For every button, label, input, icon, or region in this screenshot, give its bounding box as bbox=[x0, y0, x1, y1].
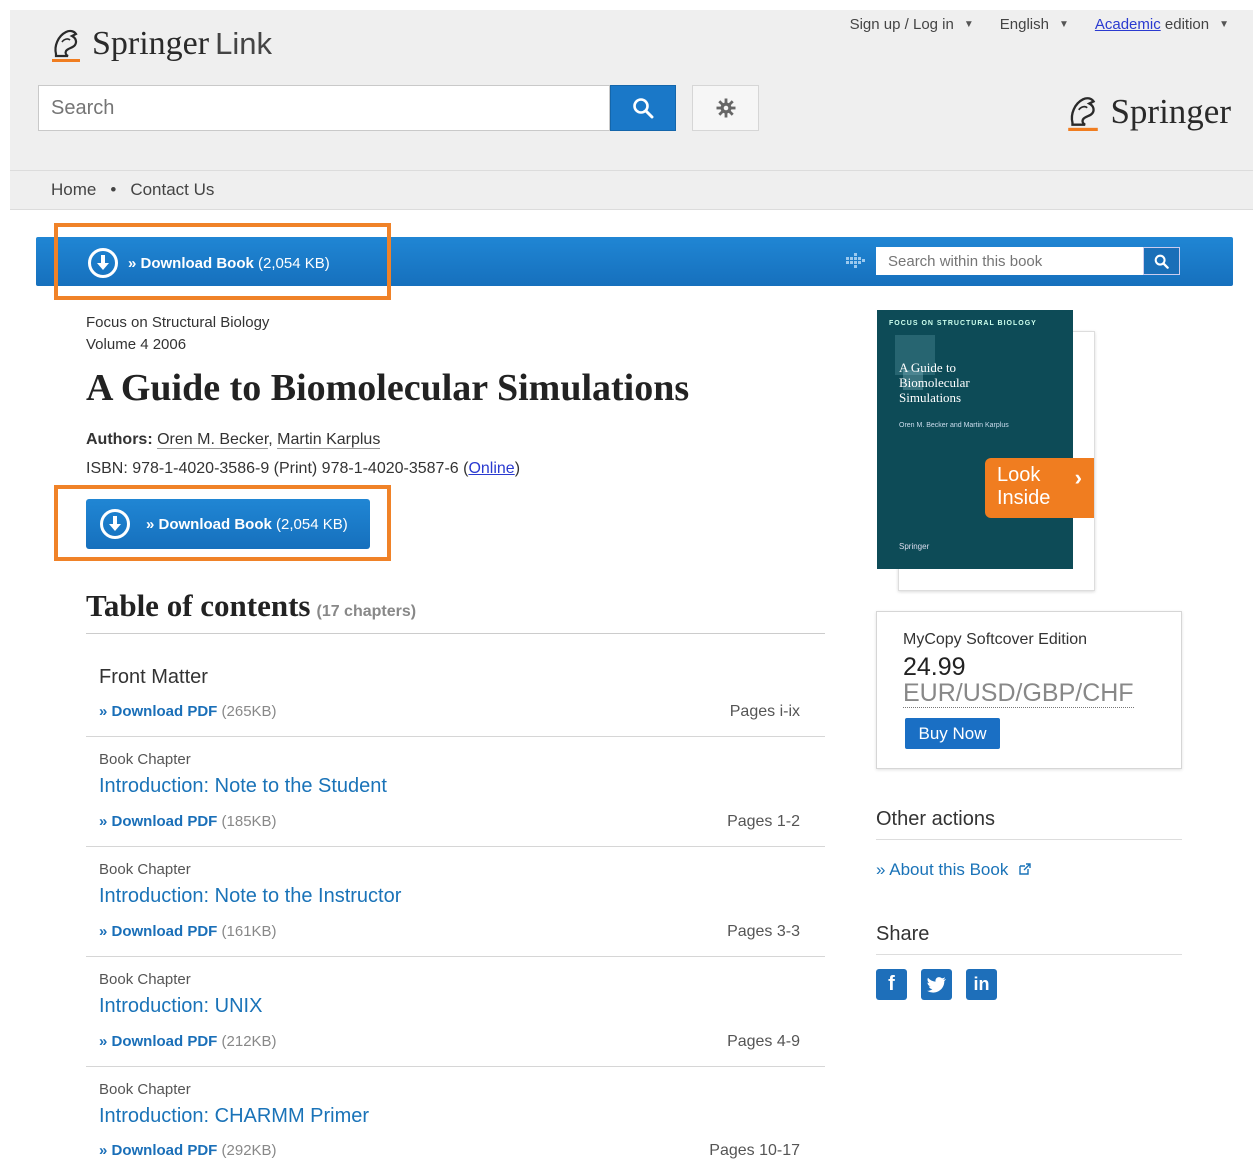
toc-item-title[interactable]: Introduction: UNIX bbox=[99, 995, 262, 1018]
header-divider bbox=[10, 170, 1253, 171]
logo-text: Springer Link bbox=[92, 25, 272, 62]
about-this-book-link[interactable]: » About this Book bbox=[876, 860, 1031, 880]
download-pdf-link[interactable]: » Download PDF (212KB) bbox=[99, 1033, 277, 1050]
springer-horse-icon bbox=[52, 29, 80, 62]
download-pdf-link[interactable]: » Download PDF (161KB) bbox=[99, 923, 277, 940]
nav-home[interactable]: Home bbox=[51, 180, 96, 200]
caret-down-icon: ▼ bbox=[963, 19, 974, 30]
facebook-icon[interactable]: f bbox=[876, 969, 907, 1000]
toc-item-title[interactable]: Introduction: CHARMM Primer bbox=[99, 1105, 369, 1128]
settings-button[interactable] bbox=[692, 85, 759, 131]
author-link[interactable]: Martin Karplus bbox=[277, 431, 381, 449]
chevron-right-icon: › bbox=[1074, 465, 1082, 490]
search-input[interactable] bbox=[39, 86, 609, 130]
look-inside-button[interactable]: Look Inside › bbox=[985, 458, 1094, 518]
isbn-online-link[interactable]: Online bbox=[468, 460, 514, 477]
language-selector[interactable]: English ▼ bbox=[1000, 16, 1069, 33]
toc-item-kind: Book Chapter bbox=[99, 971, 191, 988]
toc-row-front-matter: Front Matter » Download PDF (265KB) Page… bbox=[86, 634, 825, 737]
mycopy-label: MyCopy Softcover Edition bbox=[903, 631, 1088, 648]
highlight-box-top bbox=[54, 223, 391, 300]
search-within-book bbox=[876, 247, 1143, 275]
highlight-box-main bbox=[54, 485, 391, 561]
book-series: Focus on Structural Biology Volume 4 200… bbox=[86, 312, 269, 356]
search-icon bbox=[633, 98, 654, 119]
series-name[interactable]: Focus on Structural Biology bbox=[86, 312, 269, 334]
signup-login-link[interactable]: Sign up / Log in ▼ bbox=[850, 16, 974, 33]
springer-publisher-logo[interactable]: Springer bbox=[1064, 88, 1231, 136]
mycopy-currency[interactable]: EUR/USD/GBP/CHF bbox=[903, 679, 1134, 708]
gear-icon bbox=[716, 98, 735, 118]
caret-down-icon: ▼ bbox=[1058, 19, 1069, 30]
book-title: A Guide to Biomolecular Simulations bbox=[86, 367, 690, 409]
toc-item-title[interactable]: Introduction: Note to the Student bbox=[99, 775, 387, 798]
toc-pages: Pages 3-3 bbox=[727, 923, 800, 940]
toc-row-chapter: Book Chapter Introduction: CHARMM Primer… bbox=[86, 1067, 825, 1169]
search-button[interactable] bbox=[610, 85, 676, 131]
cover-title: A Guide to Biomolecular Simulations bbox=[899, 360, 970, 405]
share-buttons: f in bbox=[876, 969, 997, 1000]
arrow-dots-icon bbox=[846, 253, 865, 268]
book-isbn: ISBN: 978-1-4020-3586-9 (Print) 978-1-40… bbox=[86, 460, 521, 477]
toc-pages: Pages 10-17 bbox=[709, 1142, 800, 1159]
toc-pages: Pages 1-2 bbox=[727, 813, 800, 830]
springerlink-logo[interactable]: Springer Link bbox=[48, 24, 272, 64]
toc-chapter-count: (17 chapters) bbox=[316, 603, 417, 620]
twitter-icon[interactable] bbox=[921, 969, 952, 1000]
breadcrumb-nav: Home • Contact Us bbox=[51, 180, 214, 200]
toc-item-title[interactable]: Front Matter bbox=[99, 666, 208, 689]
download-pdf-link[interactable]: » Download PDF (265KB) bbox=[99, 703, 277, 720]
toc-heading: Table of contents (17 chapters) bbox=[86, 588, 417, 623]
buy-now-button[interactable]: Buy Now bbox=[905, 718, 1000, 749]
toc-pages: Pages i-ix bbox=[729, 703, 800, 720]
publisher-logo-text: Springer bbox=[1110, 92, 1231, 131]
cover-publisher: Springer bbox=[899, 542, 930, 551]
book-cover-image[interactable]: FOCUS ON STRUCTURAL BIOLOGY A Guide to B… bbox=[877, 310, 1073, 569]
cover-authors: Oren M. Becker and Martin Karplus bbox=[899, 422, 1009, 429]
cover-series: FOCUS ON STRUCTURAL BIOLOGY bbox=[889, 320, 1037, 327]
toc-row-chapter: Book Chapter Introduction: Note to the S… bbox=[86, 737, 825, 847]
author-link[interactable]: Oren M. Becker bbox=[157, 431, 269, 449]
mycopy-box: MyCopy Softcover Edition 24.99 EUR/USD/G… bbox=[876, 611, 1182, 769]
toc-item-title[interactable]: Introduction: Note to the Instructor bbox=[99, 885, 401, 908]
other-actions-heading: Other actions bbox=[876, 808, 1182, 840]
springer-horse-icon bbox=[1068, 97, 1099, 131]
search-icon bbox=[1154, 254, 1169, 269]
external-link-icon bbox=[1019, 863, 1031, 875]
mycopy-price: 24.99 bbox=[903, 653, 966, 681]
toc-item-kind: Book Chapter bbox=[99, 751, 191, 768]
edition-selector[interactable]: Academic edition ▼ bbox=[1095, 16, 1229, 33]
caret-down-icon: ▼ bbox=[1219, 19, 1229, 30]
nav-contact-us[interactable]: Contact Us bbox=[130, 180, 214, 200]
toc-item-kind: Book Chapter bbox=[99, 861, 191, 878]
book-authors: Authors: Oren M. Becker, Martin Karplus bbox=[86, 431, 381, 449]
toc-row-chapter: Book Chapter Introduction: UNIX » Downlo… bbox=[86, 957, 825, 1067]
toc-row-chapter: Book Chapter Introduction: Note to the I… bbox=[86, 847, 825, 957]
nav-separator: • bbox=[110, 180, 117, 199]
search-box bbox=[38, 85, 610, 131]
toc-pages: Pages 4-9 bbox=[727, 1033, 800, 1050]
download-pdf-link[interactable]: » Download PDF (292KB) bbox=[99, 1142, 277, 1159]
search-within-book-input[interactable] bbox=[876, 247, 1143, 275]
series-volume: Volume 4 2006 bbox=[86, 336, 187, 353]
top-links: Sign up / Log in ▼ English ▼ Academic ed… bbox=[850, 16, 1229, 33]
linkedin-icon[interactable]: in bbox=[966, 969, 997, 1000]
share-heading: Share bbox=[876, 923, 1182, 955]
toc-item-kind: Book Chapter bbox=[99, 1081, 191, 1098]
search-within-book-button[interactable] bbox=[1143, 247, 1180, 275]
download-pdf-link[interactable]: » Download PDF (185KB) bbox=[99, 813, 277, 830]
